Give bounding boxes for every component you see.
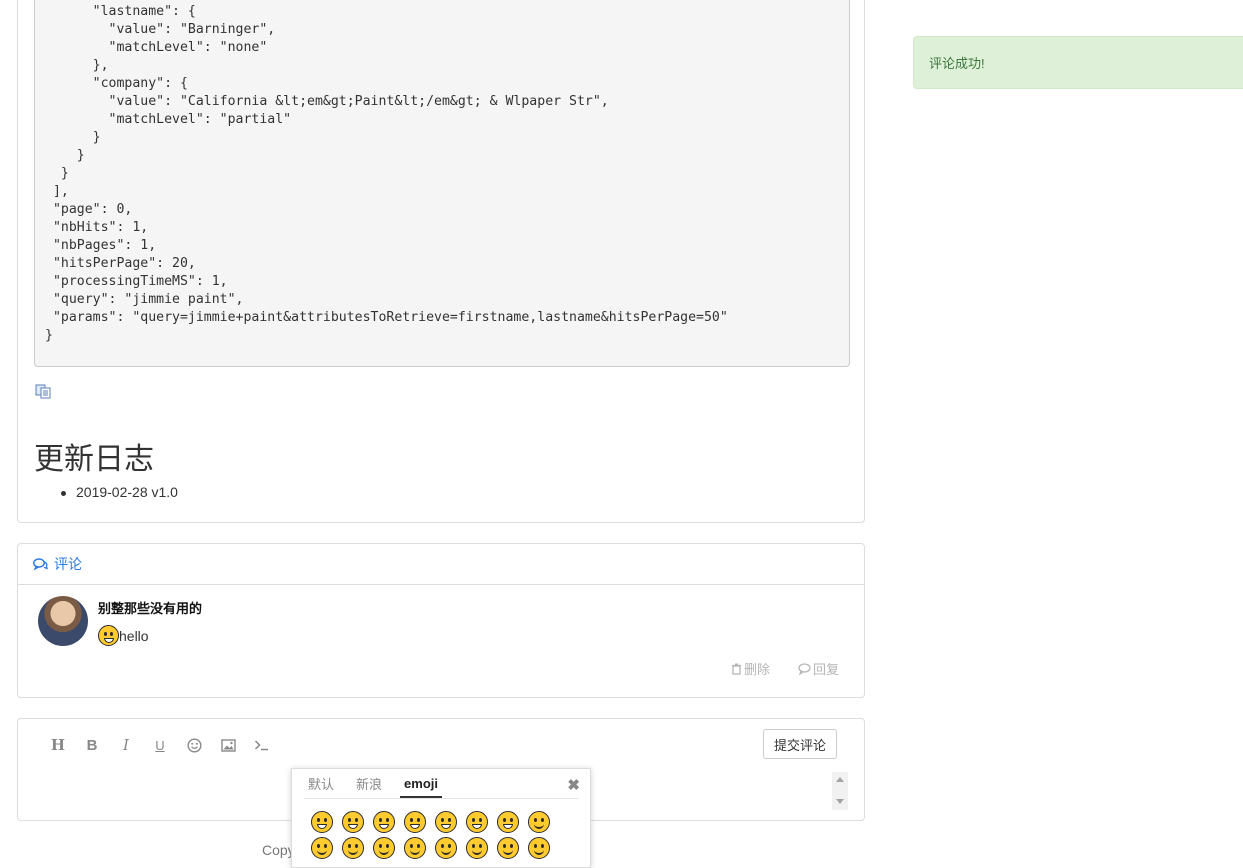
heading-button[interactable]: H (48, 735, 68, 755)
comments-panel: 评论 别整那些没有用的 hello 删除 回复 (17, 543, 865, 698)
comment-item: 别整那些没有用的 hello 删除 回复 (18, 585, 864, 697)
reply-label: 回复 (812, 662, 839, 677)
changelog-list: 2019-02-28 v1.0 (61, 484, 178, 500)
code-text: }, "lastname": { "value": "Barninger", "… (45, 0, 728, 343)
editor-scrollbar[interactable] (832, 772, 848, 810)
comments-header: 评论 (18, 544, 864, 585)
scroll-up-arrow-icon[interactable] (836, 777, 844, 782)
trash-icon (731, 663, 741, 675)
delete-label: 删除 (743, 662, 770, 677)
success-alert: 评论成功! (913, 36, 1243, 89)
comment-actions: 删除 回复 (731, 659, 839, 678)
article-panel: }, "lastname": { "value": "Barninger", "… (17, 0, 865, 523)
smiley-emoji-icon[interactable] (342, 811, 364, 833)
tab-default[interactable]: 默认 (304, 774, 338, 798)
close-icon[interactable]: ✖ (567, 776, 580, 794)
comments-icon (33, 557, 48, 570)
emoji-grid (311, 811, 551, 859)
laughing-emoji-icon[interactable] (435, 811, 457, 833)
copy-icon[interactable] (35, 383, 51, 399)
grin-emoji-icon[interactable] (404, 811, 426, 833)
blush-emoji-icon[interactable] (528, 811, 550, 833)
smile-emoji-icon[interactable] (373, 811, 395, 833)
smiley-icon (186, 737, 202, 753)
emoji-tabs: 默认 新浪 emoji (304, 769, 578, 799)
comment-body: hello (98, 625, 149, 646)
scroll-down-arrow-icon[interactable] (836, 799, 844, 804)
comment-text: hello (119, 627, 149, 644)
image-button[interactable] (218, 735, 238, 755)
image-icon (220, 738, 236, 752)
avatar (38, 596, 88, 646)
grinning-emoji-icon (98, 625, 119, 646)
changelog-title: 更新日志 (34, 443, 154, 476)
joy-emoji-icon[interactable] (497, 811, 519, 833)
underline-button[interactable]: U (150, 735, 170, 755)
tab-emoji[interactable]: emoji (400, 776, 442, 798)
emoji-picker: 默认 新浪 emoji ✖ (291, 768, 591, 868)
bold-button[interactable]: B (82, 735, 102, 755)
code-block: }, "lastname": { "value": "Barninger", "… (34, 0, 850, 367)
grinning-emoji-icon[interactable] (311, 811, 333, 833)
comment-author: 别整那些没有用的 (98, 601, 203, 616)
tab-sina[interactable]: 新浪 (352, 774, 386, 798)
code-button[interactable] (252, 735, 272, 755)
sweat-smile-emoji-icon[interactable] (466, 811, 488, 833)
submit-comment-button[interactable]: 提交评论 (762, 729, 837, 759)
italic-button[interactable]: I (116, 735, 136, 755)
changelog-item: 2019-02-28 v1.0 (61, 484, 178, 500)
reply-bubble-icon (798, 662, 811, 675)
emoji-button[interactable] (184, 735, 204, 755)
delete-button[interactable]: 删除 (731, 659, 770, 678)
comments-header-label: 评论 (54, 556, 82, 572)
reply-button[interactable]: 回复 (798, 659, 839, 678)
editor-toolbar: H B I U (48, 735, 272, 755)
terminal-icon (254, 740, 268, 751)
